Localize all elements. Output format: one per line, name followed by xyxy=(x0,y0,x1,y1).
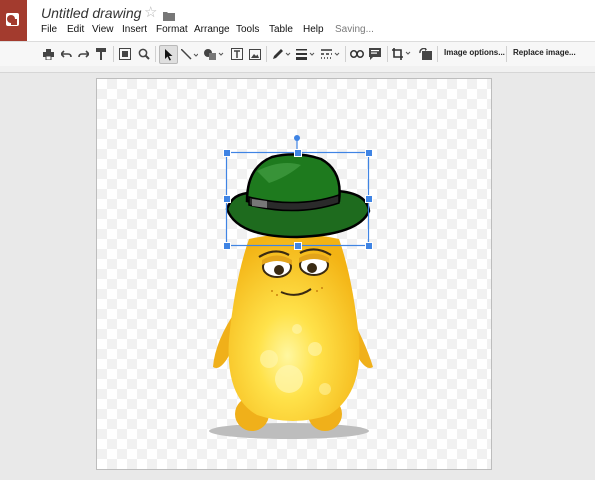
menu-file[interactable]: File xyxy=(41,24,57,35)
resize-handle-top-right[interactable] xyxy=(365,149,373,157)
resize-handle-bottom-right[interactable] xyxy=(365,242,373,250)
replace-image-button[interactable]: Replace image... xyxy=(513,48,576,57)
crop-icon[interactable] xyxy=(391,47,413,61)
menu-format[interactable]: Format xyxy=(156,24,188,35)
ruler xyxy=(0,66,595,73)
menu-arrange[interactable]: Arrange xyxy=(194,24,230,35)
reset-image-icon[interactable] xyxy=(418,47,432,61)
resize-handle-bottom[interactable] xyxy=(294,242,302,250)
menu-view[interactable]: View xyxy=(92,24,114,35)
select-cursor-icon[interactable] xyxy=(159,45,178,64)
image-icon[interactable] xyxy=(248,47,261,61)
resize-handle-top-left[interactable] xyxy=(223,149,231,157)
menu-tools[interactable]: Tools xyxy=(236,24,259,35)
resize-handle-top[interactable] xyxy=(294,149,302,157)
document-title[interactable]: Untitled drawing xyxy=(41,5,141,21)
menu-edit[interactable]: Edit xyxy=(67,24,84,35)
line-weight-icon[interactable] xyxy=(295,47,317,61)
print-icon[interactable] xyxy=(42,47,54,61)
star-icon[interactable]: ☆ xyxy=(144,5,157,20)
resize-handle-right[interactable] xyxy=(365,195,373,203)
menu-help[interactable]: Help xyxy=(303,24,324,35)
save-status: Saving... xyxy=(335,24,374,35)
undo-icon[interactable] xyxy=(60,47,72,61)
zoom-icon[interactable] xyxy=(137,47,150,61)
menu-table[interactable]: Table xyxy=(269,24,293,35)
zoom-fit-icon[interactable] xyxy=(118,47,132,61)
link-icon[interactable] xyxy=(349,47,364,61)
paint-format-icon[interactable] xyxy=(95,47,107,61)
text-box-icon[interactable] xyxy=(230,47,243,61)
resize-handle-bottom-left[interactable] xyxy=(223,242,231,250)
pen-color-icon[interactable] xyxy=(271,47,292,61)
line-dash-icon[interactable] xyxy=(320,47,342,61)
resize-handle-left[interactable] xyxy=(223,195,231,203)
image-options-button[interactable]: Image options... xyxy=(444,48,505,57)
toolbar: Image options... Replace image... xyxy=(0,41,595,67)
green-hat-image xyxy=(225,153,371,239)
monster-shadow xyxy=(209,423,369,439)
redo-icon[interactable] xyxy=(77,47,89,61)
app-header: Untitled drawing ☆ File Edit View Insert… xyxy=(0,0,595,41)
shape-icon[interactable] xyxy=(202,47,224,61)
menu-insert[interactable]: Insert xyxy=(122,24,147,35)
drawings-logo[interactable] xyxy=(0,0,27,41)
monster-illustration xyxy=(209,135,373,439)
line-icon[interactable] xyxy=(180,47,198,61)
comment-icon[interactable] xyxy=(368,47,382,61)
drawing-canvas[interactable] xyxy=(96,78,492,470)
